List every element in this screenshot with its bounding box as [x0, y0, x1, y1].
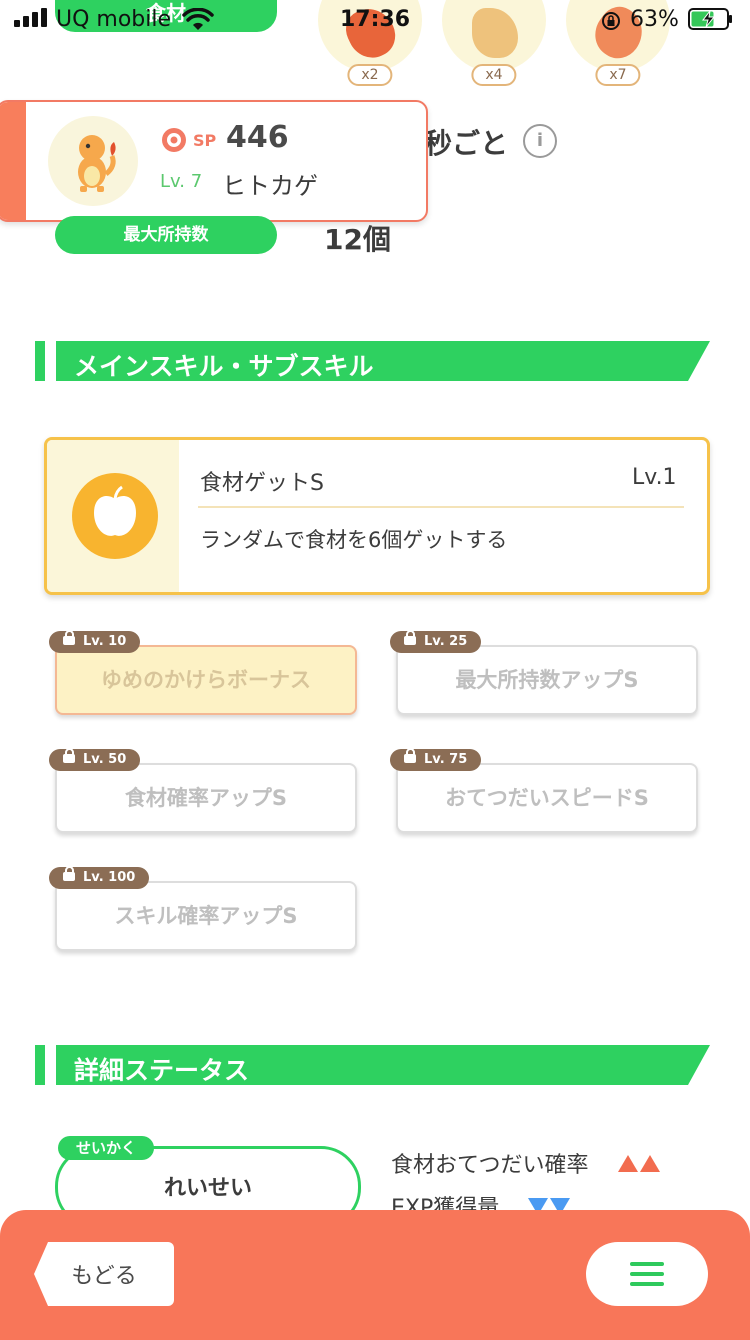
sub-skill-button[interactable]: 最大所持数アップS [396, 645, 698, 715]
section-marker [35, 341, 45, 381]
lock-icon [63, 748, 75, 763]
section-header-details: 詳細ステータス [56, 1045, 710, 1085]
sub-skill-name: おてつだいスピードS [445, 786, 649, 810]
main-skill-card[interactable] [44, 437, 710, 595]
pokemon-name: ヒトカゲ [222, 172, 318, 200]
main-skill-level: Lv.1 [632, 465, 677, 490]
lock-icon [404, 748, 416, 763]
battery-icon [688, 8, 732, 30]
section-title: メインスキル・サブスキル [74, 352, 374, 381]
max-carry-value: 12個 [324, 223, 391, 256]
sub-skill-button[interactable]: ゆめのかけらボーナス [55, 645, 357, 715]
section-header-skills: メインスキル・サブスキル [56, 341, 710, 381]
pokemon-avatar [48, 116, 138, 206]
card-accent-stripe [0, 102, 26, 220]
effect-up-label: 食材おてつだい確率 [391, 1153, 589, 1178]
sub-skill-name: 食材確率アップS [124, 786, 288, 810]
sub-skill-unlock-tag: Lv. 10 [49, 630, 141, 653]
signal-bar [23, 16, 29, 27]
main-skill-name: 食材ゲットS [200, 471, 324, 496]
sub-skill-name: 最大所持数アップS [455, 668, 639, 692]
menu-button[interactable] [586, 1242, 708, 1306]
signal-bar [41, 8, 47, 27]
rotation-lock-icon [602, 12, 620, 30]
sub-skill-name: スキル確率アップS [114, 904, 298, 928]
battery-percent: 63% [630, 7, 679, 32]
signal-bar [14, 20, 20, 27]
sub-skill-unlock-tag: Lv. 25 [390, 630, 482, 653]
stat-up-arrows-icon [617, 1153, 662, 1178]
wifi-icon [182, 8, 214, 30]
back-button-label: もどる [71, 1264, 137, 1289]
unlock-level: Lv. 10 [83, 634, 127, 649]
sub-skill-unlock-tag: Lv. 100 [49, 866, 150, 889]
lock-icon [63, 866, 75, 881]
status-bar: UQ mobile 17:36 63% [0, 0, 750, 42]
frequency-suffix: 秒ごと [424, 127, 509, 160]
sp-value: 446 [226, 120, 289, 155]
ingredient-count: x4 [471, 64, 517, 86]
lock-icon [63, 630, 75, 645]
max-carry-label: 最大所持数 [55, 216, 277, 254]
charmander-sprite-icon [78, 135, 116, 192]
section-marker [35, 1045, 45, 1085]
unlock-level: Lv. 100 [83, 870, 136, 885]
nature-value: れいせい [163, 1176, 252, 1201]
sub-skill-button[interactable]: 食材確率アップS [55, 763, 357, 833]
ingredient-count: x7 [595, 64, 641, 86]
sp-pokeball-icon [162, 128, 186, 152]
carrier-name: UQ mobile [56, 7, 172, 32]
sub-skill-button[interactable]: おてつだいスピードS [396, 763, 698, 833]
info-icon[interactable]: i [523, 124, 557, 158]
clock: 17:36 [340, 7, 411, 32]
unlock-level: Lv. 75 [424, 752, 468, 767]
apple-icon [72, 473, 158, 559]
unlock-level: Lv. 25 [424, 634, 468, 649]
sub-skill-button[interactable]: スキル確率アップS [55, 881, 357, 951]
sp-label: SP [193, 131, 217, 150]
section-title: 詳細ステータス [74, 1056, 250, 1085]
main-skill-description: ランダムで食材を6個ゲットする [200, 528, 508, 552]
sub-skill-name: ゆめのかけらボーナス [101, 668, 311, 692]
signal-bar [32, 12, 38, 27]
sub-skill-unlock-tag: Lv. 75 [390, 748, 482, 771]
ingredient-count: x2 [347, 64, 393, 86]
nature-tag: せいかく [58, 1136, 155, 1160]
main-skill-icon-panel [47, 440, 179, 592]
nature-effect-up: 食材おてつだい確率 [391, 1147, 662, 1179]
lock-icon [404, 630, 416, 645]
pokemon-level: Lv. 7 [160, 171, 203, 192]
sub-skill-unlock-tag: Lv. 50 [49, 748, 141, 771]
divider [198, 506, 684, 508]
unlock-level: Lv. 50 [83, 752, 127, 767]
pokemon-header-card [0, 100, 428, 222]
back-button[interactable]: もどる [34, 1242, 174, 1306]
